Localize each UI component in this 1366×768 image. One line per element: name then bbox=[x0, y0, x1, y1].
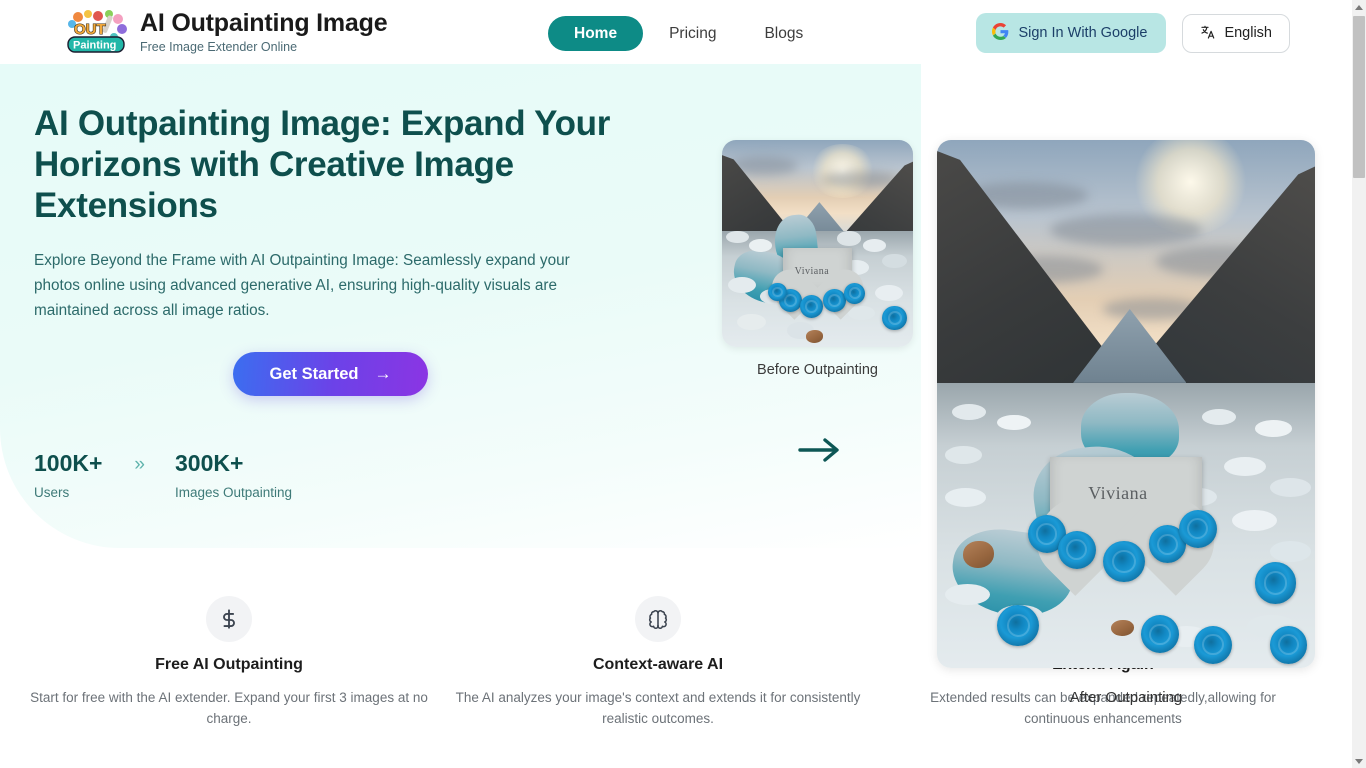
nav-item-pricing[interactable]: Pricing bbox=[647, 16, 738, 51]
arrow-right-icon bbox=[797, 436, 841, 469]
chevron-double-right-icon: » bbox=[134, 455, 145, 474]
get-started-button[interactable]: Get Started → bbox=[233, 352, 428, 396]
feature-description: Start for free with the AI extender. Exp… bbox=[24, 688, 434, 729]
arrow-right-icon: → bbox=[374, 364, 391, 384]
brand-subtitle: Free Image Extender Online bbox=[140, 40, 387, 55]
outpainting-logo-icon: OUT Painting bbox=[64, 7, 130, 57]
brain-icon bbox=[635, 596, 681, 642]
feature-card-free-ai-outpainting: Free AI Outpainting Start for free with … bbox=[24, 596, 434, 729]
brand-title: AI Outpainting Image bbox=[140, 10, 387, 37]
heart-stone-text: Viviana bbox=[795, 266, 830, 277]
site-header: OUT Painting AI Outpainting Image Free I… bbox=[0, 0, 1352, 64]
brand[interactable]: OUT Painting AI Outpainting Image Free I… bbox=[64, 7, 387, 57]
stat-images-label: Images Outpainting bbox=[175, 485, 292, 500]
after-outpainting-caption: After Outpainting bbox=[937, 689, 1315, 706]
stat-users-label: Users bbox=[34, 485, 102, 500]
before-outpainting-caption: Before Outpainting bbox=[722, 362, 913, 378]
google-icon bbox=[992, 23, 1009, 43]
scroll-up-icon[interactable] bbox=[1352, 0, 1366, 14]
stat-users-value: 100K+ bbox=[34, 449, 102, 478]
nav-item-blogs[interactable]: Blogs bbox=[742, 16, 825, 51]
get-started-label: Get Started bbox=[270, 365, 359, 384]
feature-title: Free AI Outpainting bbox=[24, 656, 434, 674]
before-outpainting-block: Viviana Before Outpainting bbox=[722, 140, 913, 378]
hero-description: Explore Beyond the Frame with AI Outpain… bbox=[34, 249, 596, 323]
main-nav: Home Pricing Blogs bbox=[548, 16, 825, 51]
page-title: AI Outpainting Image: Expand Your Horizo… bbox=[34, 104, 644, 227]
translate-icon bbox=[1200, 24, 1216, 43]
page-scrollbar[interactable] bbox=[1352, 0, 1366, 768]
language-label: English bbox=[1224, 25, 1272, 41]
svg-text:Painting: Painting bbox=[73, 40, 116, 52]
feature-description: The AI analyzes your image's context and… bbox=[448, 688, 868, 729]
page-root: OUT Painting AI Outpainting Image Free I… bbox=[0, 0, 1366, 768]
scrollbar-thumb[interactable] bbox=[1353, 16, 1365, 178]
after-outpainting-image[interactable]: Viviana bbox=[937, 140, 1315, 668]
heart-stone-text-large: Viviana bbox=[1088, 483, 1147, 504]
stat-images-value: 300K+ bbox=[175, 449, 292, 478]
feature-card-context-aware-ai: Context-aware AI The AI analyzes your im… bbox=[448, 596, 868, 729]
scroll-down-icon[interactable] bbox=[1352, 754, 1366, 768]
nav-item-home[interactable]: Home bbox=[548, 16, 643, 51]
after-outpainting-block: Viviana bbox=[937, 140, 1315, 668]
stats-row: 100K+ Users » 300K+ Images Outpainting bbox=[34, 449, 292, 500]
svg-text:OUT: OUT bbox=[74, 21, 106, 38]
feature-title: Context-aware AI bbox=[448, 656, 868, 674]
language-button[interactable]: English bbox=[1182, 14, 1290, 53]
header-actions: Sign In With Google English bbox=[976, 13, 1290, 53]
stat-images: 300K+ Images Outpainting bbox=[175, 449, 292, 500]
sign-in-with-google-label: Sign In With Google bbox=[1018, 25, 1147, 41]
before-outpainting-image[interactable]: Viviana bbox=[722, 140, 913, 347]
sign-in-with-google-button[interactable]: Sign In With Google bbox=[976, 13, 1166, 53]
stat-users: 100K+ Users bbox=[34, 449, 102, 500]
dollar-icon bbox=[206, 596, 252, 642]
